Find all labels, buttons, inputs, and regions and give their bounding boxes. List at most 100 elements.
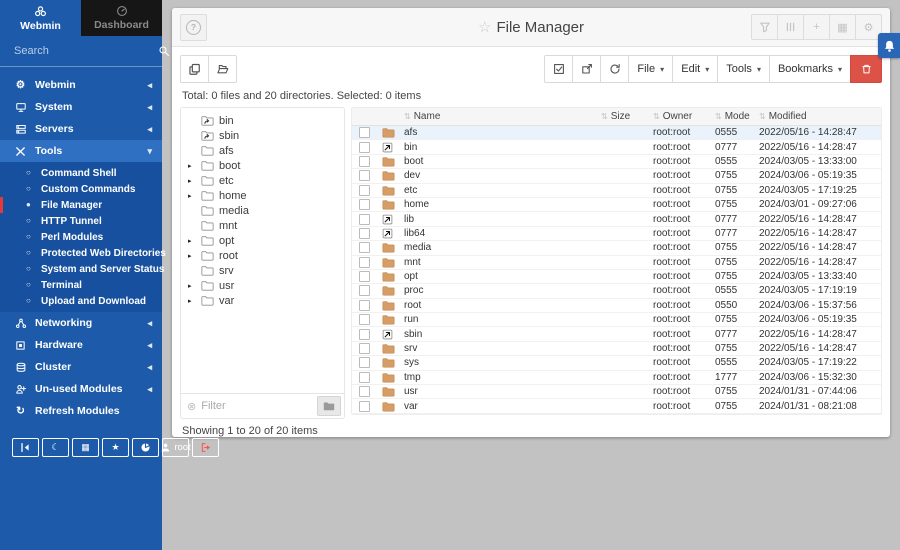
table-row-var[interactable]: varroot:root07552024/01/31 - 08:21:08 <box>352 399 881 413</box>
table-row-sys[interactable]: sysroot:root05552024/03/05 - 17:19:22 <box>352 356 881 370</box>
bookmarks-menu-button[interactable]: Bookmarks▾ <box>769 55 851 83</box>
night-mode-button[interactable]: ☾ <box>42 438 69 457</box>
row-checkbox[interactable] <box>359 127 370 138</box>
trash-button[interactable] <box>850 55 882 83</box>
table-row-usr[interactable]: usrroot:root07552024/01/31 - 07:44:06 <box>352 385 881 399</box>
tree-item-etc[interactable]: ▸etc <box>181 173 344 188</box>
table-row-opt[interactable]: optroot:root07552024/03/05 - 13:33:40 <box>352 270 881 284</box>
row-checkbox[interactable] <box>359 142 370 153</box>
tree-item-usr[interactable]: ▸usr <box>181 278 344 293</box>
tree-item-var[interactable]: ▸var <box>181 293 344 308</box>
add-button[interactable]: + <box>803 14 830 40</box>
logout-button[interactable] <box>192 438 219 457</box>
expand-arrow-icon[interactable]: ▸ <box>181 162 201 170</box>
table-row-home[interactable]: homeroot:root07552024/03/01 - 09:27:06 <box>352 198 881 212</box>
tree-item-bin[interactable]: bin <box>181 113 344 128</box>
sidebar-item-command-shell[interactable]: ○Command Shell <box>0 165 162 181</box>
row-checkbox[interactable] <box>359 257 370 268</box>
row-checkbox[interactable] <box>359 300 370 311</box>
sidebar-item-webmin[interactable]: ⚙Webmin◂ <box>0 74 162 96</box>
expand-arrow-icon[interactable]: ▸ <box>181 177 201 185</box>
sidebar-item-tools[interactable]: Tools▾ <box>0 140 162 162</box>
refresh-button[interactable] <box>600 55 629 83</box>
sidebar-item-http-tunnel[interactable]: ○HTTP Tunnel <box>0 213 162 229</box>
tree-item-opt[interactable]: ▸opt <box>181 233 344 248</box>
column-header-mode[interactable]: ⇅Mode <box>715 111 759 122</box>
collapse-sidebar-button[interactable] <box>12 438 39 457</box>
row-checkbox[interactable] <box>359 343 370 354</box>
table-row-afs[interactable]: afsroot:root05552022/05/16 - 14:28:47 <box>352 126 881 140</box>
filter-button[interactable] <box>751 14 778 40</box>
account-button[interactable]: root <box>162 438 189 457</box>
help-button[interactable]: ? <box>180 14 207 41</box>
expand-arrow-icon[interactable]: ▸ <box>181 297 201 305</box>
row-checkbox[interactable] <box>359 401 370 412</box>
row-checkbox[interactable] <box>359 228 370 239</box>
sidebar-item-hardware[interactable]: Hardware◂ <box>0 334 162 356</box>
column-header-size[interactable]: ⇅Size <box>601 111 653 122</box>
edit-menu-button[interactable]: Edit▾ <box>672 55 718 83</box>
sidebar-item-system[interactable]: System◂ <box>0 96 162 118</box>
table-row-media[interactable]: mediaroot:root07552022/05/16 - 14:28:47 <box>352 241 881 255</box>
row-checkbox[interactable] <box>359 199 370 210</box>
favorites-button[interactable]: ★ <box>102 438 129 457</box>
sidebar-item-networking[interactable]: Networking◂ <box>0 312 162 334</box>
tree-item-home[interactable]: ▸home <box>181 188 344 203</box>
tree-item-mnt[interactable]: mnt <box>181 218 344 233</box>
table-row-srv[interactable]: srvroot:root07552022/05/16 - 14:28:47 <box>352 342 881 356</box>
row-checkbox[interactable] <box>359 271 370 282</box>
expand-arrow-icon[interactable]: ▸ <box>181 252 201 260</box>
columns-button[interactable] <box>777 14 804 40</box>
sidebar-item-refresh-modules[interactable]: ↻Refresh Modules <box>0 400 162 422</box>
sidebar-item-servers[interactable]: Servers◂ <box>0 118 162 140</box>
sidebar-item-perl-modules[interactable]: ○Perl Modules <box>0 229 162 245</box>
tree-item-srv[interactable]: srv <box>181 263 344 278</box>
table-row-run[interactable]: runroot:root07552024/03/06 - 05:19:35 <box>352 313 881 327</box>
table-row-lib64[interactable]: lib64root:root07772022/05/16 - 14:28:47 <box>352 227 881 241</box>
tree-folder-button[interactable] <box>317 396 341 416</box>
screenshot-button[interactable]: ▦ <box>829 14 856 40</box>
row-checkbox[interactable] <box>359 214 370 225</box>
row-checkbox[interactable] <box>359 357 370 368</box>
expand-arrow-icon[interactable]: ▸ <box>181 192 201 200</box>
table-row-mnt[interactable]: mntroot:root07552022/05/16 - 14:28:47 <box>352 256 881 270</box>
column-header-name[interactable]: ⇅Name <box>404 111 601 122</box>
table-row-tmp[interactable]: tmproot:root17772024/03/06 - 15:32:30 <box>352 371 881 385</box>
sidebar-item-un-used-modules[interactable]: Un-used Modules◂ <box>0 378 162 400</box>
sidebar-item-file-manager[interactable]: ●File Manager <box>0 197 162 213</box>
copy-path-button[interactable] <box>180 55 209 83</box>
sidebar-item-custom-commands[interactable]: ○Custom Commands <box>0 181 162 197</box>
sidebar-item-terminal[interactable]: ○Terminal <box>0 277 162 293</box>
table-row-dev[interactable]: devroot:root07552024/03/06 - 05:19:35 <box>352 169 881 183</box>
table-row-proc[interactable]: procroot:root05552024/03/05 - 17:19:19 <box>352 284 881 298</box>
search-input[interactable] <box>12 44 158 58</box>
select-all-button[interactable] <box>544 55 573 83</box>
table-row-root[interactable]: rootroot:root05502024/03/06 - 15:37:56 <box>352 299 881 313</box>
sidebar-item-cluster[interactable]: Cluster◂ <box>0 356 162 378</box>
clear-filter-icon[interactable]: ⊗ <box>187 400 196 413</box>
tab-webmin[interactable]: Webmin <box>0 0 81 36</box>
open-directory-button[interactable] <box>208 55 237 83</box>
row-checkbox[interactable] <box>359 242 370 253</box>
row-checkbox[interactable] <box>359 185 370 196</box>
expand-arrow-icon[interactable]: ▸ <box>181 237 201 245</box>
row-checkbox[interactable] <box>359 314 370 325</box>
tab-dashboard[interactable]: Dashboard <box>81 0 162 36</box>
row-checkbox[interactable] <box>359 156 370 167</box>
column-header-owner[interactable]: ⇅Owner <box>653 111 715 122</box>
tools-menu-button[interactable]: Tools▾ <box>717 55 770 83</box>
table-row-bin[interactable]: binroot:root07772022/05/16 - 14:28:47 <box>352 140 881 154</box>
tree-item-afs[interactable]: afs <box>181 143 344 158</box>
expand-arrow-icon[interactable]: ▸ <box>181 282 201 290</box>
tree-filter-input[interactable] <box>199 399 317 413</box>
tree-item-sbin[interactable]: sbin <box>181 128 344 143</box>
notifications-bell-button[interactable] <box>878 33 900 58</box>
background-button[interactable]: ▦ <box>72 438 99 457</box>
column-header-modified[interactable]: ⇅Modified <box>759 111 881 122</box>
sidebar-item-upload-and-download[interactable]: ○Upload and Download <box>0 293 162 309</box>
row-checkbox[interactable] <box>359 386 370 397</box>
table-row-sbin[interactable]: sbinroot:root07772022/05/16 - 14:28:47 <box>352 327 881 341</box>
tree-item-root[interactable]: ▸root <box>181 248 344 263</box>
search-icon[interactable] <box>158 45 170 57</box>
tree-item-boot[interactable]: ▸boot <box>181 158 344 173</box>
